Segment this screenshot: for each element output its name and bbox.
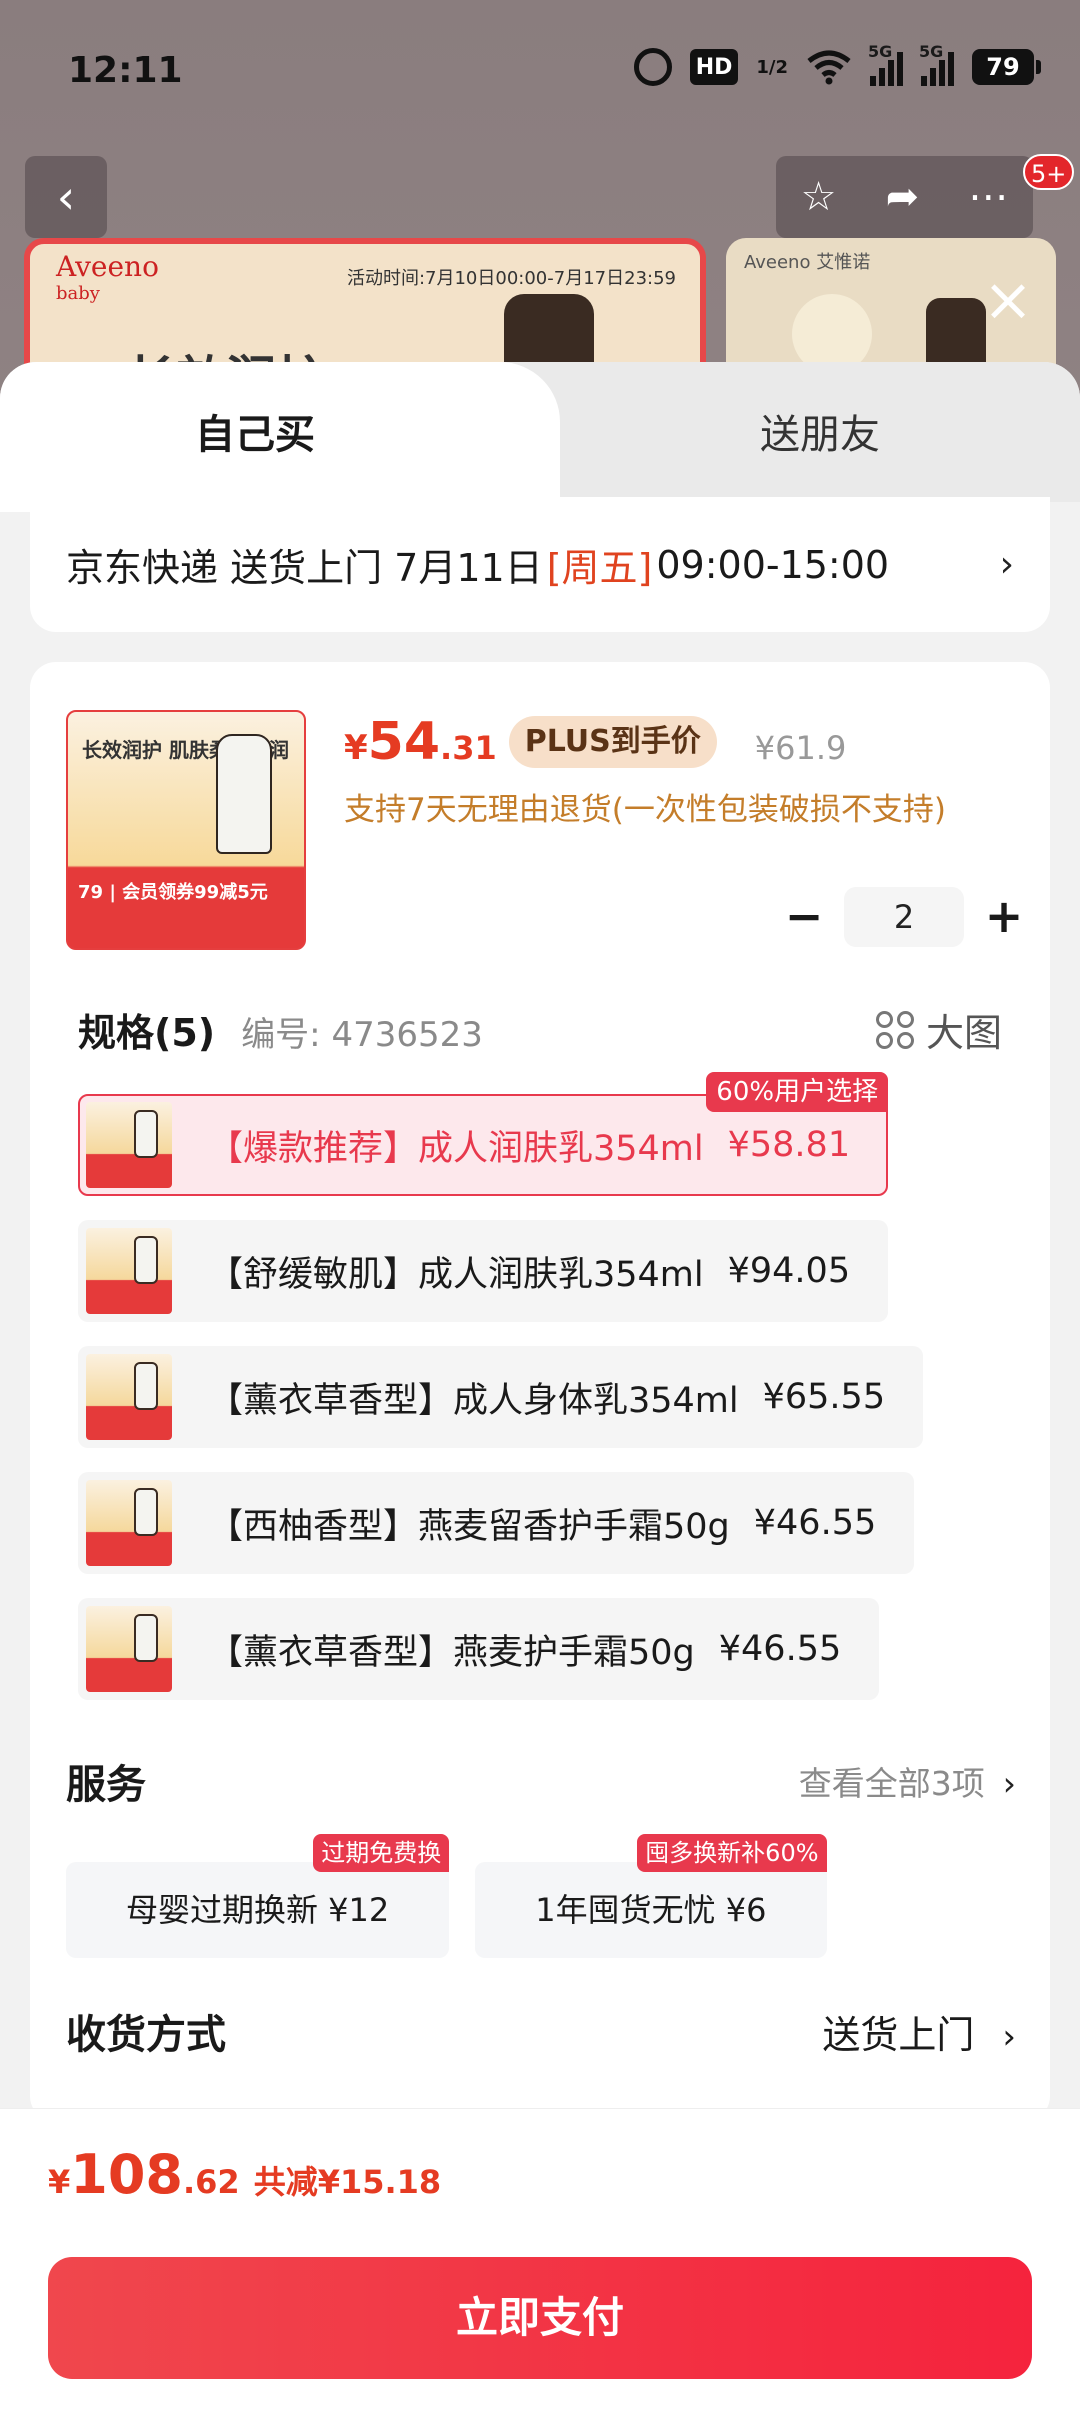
service-badge: 囤多换新补60% bbox=[637, 1834, 827, 1872]
star-icon[interactable]: ☆ bbox=[801, 174, 837, 220]
total-currency: ¥ bbox=[48, 2163, 71, 2201]
more-icon[interactable]: ⋯ bbox=[968, 174, 1008, 220]
message-badge: 5+ bbox=[1023, 154, 1075, 190]
product-image[interactable]: 长效润护 肌肤柔嫩水润 79 | 会员领券99减5元 bbox=[66, 710, 306, 950]
delivery-weekday: [周五] bbox=[546, 546, 653, 590]
spec-option-1[interactable]: 【爆款推荐】成人润肤乳354ml ¥58.81 60%用户选择 bbox=[78, 1072, 889, 1196]
price-currency: ¥ bbox=[344, 728, 368, 768]
chevron-right-icon: › bbox=[999, 544, 1014, 585]
delivery-info[interactable]: 京东快递 送货上门 7月11日 [周五] 09:00-15:00 › bbox=[30, 497, 1050, 632]
services-header: 服务 查看全部3项 › bbox=[66, 1752, 1016, 1810]
shipping-title: 收货方式 bbox=[66, 2012, 226, 2058]
shipping-method[interactable]: 收货方式 送货上门 › bbox=[66, 2002, 1016, 2060]
price-decimal: .31 bbox=[440, 729, 497, 767]
spec-name: 【舒缓敏肌】成人润肤乳354ml bbox=[208, 1254, 704, 1295]
quantity-plus-button[interactable]: + bbox=[974, 887, 1034, 947]
background-page: 12:11 HD 1/2 5G 5G 79 ‹ ☆ ➦ ⋯ 5+ Aveeno … bbox=[0, 0, 1080, 420]
spec-name: 【薰衣草香型】燕麦护手霜50g bbox=[208, 1632, 695, 1673]
quantity-stepper: − 2 + bbox=[774, 887, 1034, 947]
quantity-minus-button[interactable]: − bbox=[774, 887, 834, 947]
hd-icon: HD bbox=[689, 49, 739, 85]
checkout-bar: ¥ 108 .62 共减¥15.18 立即支付 bbox=[0, 2108, 1080, 2412]
spec-price: ¥65.55 bbox=[762, 1377, 886, 1417]
spec-option-2[interactable]: 【舒缓敏肌】成人润肤乳354ml ¥94.05 bbox=[78, 1220, 889, 1322]
shipping-value: 送货上门 › bbox=[822, 2012, 1016, 2057]
spec-thumbnail bbox=[86, 1228, 172, 1314]
services-view-all[interactable]: 查看全部3项 › bbox=[799, 1757, 1016, 1805]
price-integer: 54 bbox=[367, 712, 441, 772]
quantity-input[interactable]: 2 bbox=[844, 887, 964, 947]
tab-gift[interactable]: 送朋友 bbox=[560, 402, 1080, 460]
back-icon: ‹ bbox=[56, 170, 76, 224]
spec-thumbnail bbox=[86, 1354, 172, 1440]
delivery-text: 京东快递 送货上门 7月11日 bbox=[66, 546, 543, 590]
grid-icon bbox=[875, 1010, 914, 1049]
plus-price-badge: PLUS到手价 bbox=[508, 716, 717, 768]
spec-name: 【西柚香型】燕麦留香护手霜50g bbox=[208, 1506, 730, 1547]
total-price: ¥ 108 .62 共减¥15.18 bbox=[48, 2143, 441, 2206]
signal-5g-label: 5G bbox=[868, 42, 893, 61]
wifi-icon bbox=[807, 50, 851, 85]
spec-price: ¥46.55 bbox=[753, 1503, 877, 1543]
spec-thumbnail bbox=[86, 1606, 172, 1692]
purchase-sheet: 自己买 送朋友 京东快递 送货上门 7月11日 [周五] 09:00-15:00… bbox=[0, 362, 1080, 2412]
big-image-button[interactable]: 大图 bbox=[875, 1002, 1002, 1057]
total-decimal: .62 bbox=[183, 2163, 240, 2201]
service-options: 母婴过期换新 ¥12 过期免费换 1年囤货无忧 ¥6 囤多换新补60% bbox=[66, 1834, 827, 1958]
status-time: 12:11 bbox=[68, 50, 183, 91]
hd-sub-label: 1/2 bbox=[756, 56, 788, 78]
back-button[interactable]: ‹ bbox=[25, 156, 107, 238]
price-row: ¥ 54 .31 PLUS到手价 ¥61.9 bbox=[344, 712, 846, 772]
big-image-label: 大图 bbox=[925, 1011, 1002, 1055]
spec-price: ¥46.55 bbox=[718, 1629, 842, 1669]
services-title: 服务 bbox=[66, 1762, 146, 1808]
service-stockup[interactable]: 1年囤货无忧 ¥6 囤多换新补60% bbox=[475, 1834, 827, 1958]
side-logo: Aveeno 艾惟诺 bbox=[744, 252, 871, 273]
chevron-right-icon: › bbox=[1002, 2016, 1016, 2057]
return-policy: 支持7天无理由退货(一次性包装破损不支持) bbox=[344, 792, 946, 828]
original-price: ¥61.9 bbox=[754, 729, 847, 767]
total-integer: 108 bbox=[70, 2143, 183, 2206]
signal-icon-2: 5G bbox=[919, 42, 954, 86]
spec-name: 【薰衣草香型】成人身体乳354ml bbox=[208, 1380, 739, 1421]
spec-code: 编号: 4736523 bbox=[241, 1015, 483, 1055]
spec-option-4[interactable]: 【西柚香型】燕麦留香护手霜50g ¥46.55 bbox=[78, 1472, 915, 1574]
spec-option-3[interactable]: 【薰衣草香型】成人身体乳354ml ¥65.55 bbox=[78, 1346, 924, 1448]
status-bar: 12:11 HD 1/2 5G 5G 79 bbox=[0, 0, 1080, 140]
alarm-icon bbox=[633, 48, 672, 86]
signal-5g-label-2: 5G bbox=[919, 42, 944, 61]
service-expiry-renew[interactable]: 母婴过期换新 ¥12 过期免费换 bbox=[66, 1834, 450, 1958]
spec-price: ¥58.81 bbox=[727, 1125, 851, 1165]
total-saved: 共减¥15.18 bbox=[253, 2163, 442, 2201]
top-actions: ☆ ➦ ⋯ bbox=[776, 156, 1033, 238]
service-label: 1年囤货无忧 ¥6 bbox=[535, 1891, 767, 1929]
chevron-right-icon: › bbox=[1002, 1764, 1016, 1803]
spec-header: 规格(5) 编号: 4736523 bbox=[78, 1002, 483, 1057]
spec-option-5[interactable]: 【薰衣草香型】燕麦护手霜50g ¥46.55 bbox=[78, 1598, 880, 1700]
spec-price: ¥94.05 bbox=[727, 1251, 851, 1291]
spec-thumbnail bbox=[86, 1102, 172, 1188]
product-image-bottle bbox=[216, 734, 272, 854]
signal-icon: 5G bbox=[868, 42, 903, 86]
spec-thumbnail bbox=[86, 1480, 172, 1566]
spec-title: 规格(5) bbox=[78, 1011, 216, 1055]
product-image-price: 79 | 会员领券99减5元 bbox=[78, 882, 268, 903]
status-icons: HD 1/2 5G 5G 79 bbox=[633, 42, 1041, 86]
pay-now-button[interactable]: 立即支付 bbox=[48, 2257, 1032, 2379]
battery-icon: 79 bbox=[972, 49, 1041, 85]
purchase-tabs: 自己买 送朋友 bbox=[0, 362, 1080, 512]
service-badge: 过期免费换 bbox=[313, 1834, 450, 1872]
activity-time: 活动时间:7月10日00:00-7月17日23:59 bbox=[346, 268, 676, 289]
spec-name: 【爆款推荐】成人润肤乳354ml bbox=[208, 1128, 704, 1169]
delivery-time: 09:00-15:00 bbox=[656, 542, 890, 587]
tab-self-label[interactable]: 自己买 bbox=[0, 402, 510, 460]
brand-logo: Aveeno baby bbox=[56, 250, 159, 304]
service-label: 母婴过期换新 ¥12 bbox=[126, 1891, 390, 1929]
spec-list: 【爆款推荐】成人润肤乳354ml ¥58.81 60%用户选择 【舒缓敏肌】成人… bbox=[78, 1072, 1008, 1724]
share-icon[interactable]: ➦ bbox=[886, 174, 920, 220]
popular-badge: 60%用户选择 bbox=[706, 1072, 889, 1112]
product-card: 长效润护 肌肤柔嫩水润 79 | 会员领券99减5元 ¥ 54 .31 PLUS… bbox=[30, 662, 1050, 2122]
close-icon[interactable]: × bbox=[980, 270, 1036, 330]
